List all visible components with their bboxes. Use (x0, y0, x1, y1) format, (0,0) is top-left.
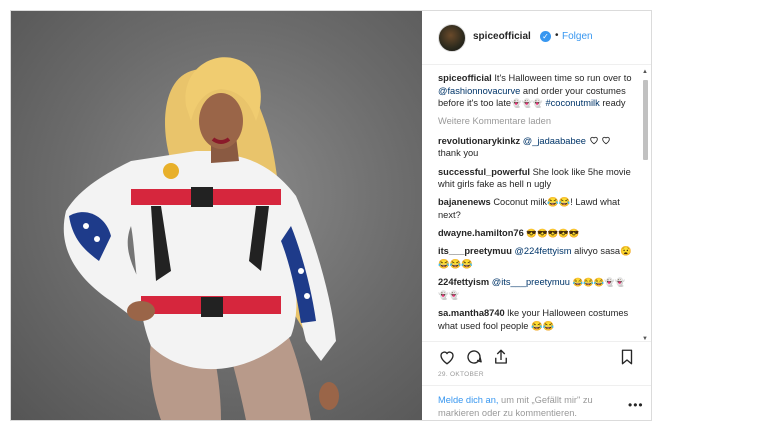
post-header: spiceofficial ✓ • Folgen (422, 11, 651, 65)
login-footer: Melde dich an, um mit „Gefällt mir" zu m… (422, 385, 651, 420)
action-bar (422, 341, 651, 369)
post-details-panel: spiceofficial ✓ • Folgen spiceofficial I… (422, 11, 651, 420)
comment-username[interactable]: revolutionarykinkz (438, 136, 520, 146)
comment: successful_powerful She look like 5he mo… (438, 166, 634, 191)
comment: sa.mantha8740 lke your Halloween costume… (438, 307, 634, 332)
instagram-post: spiceofficial ✓ • Folgen spiceofficial I… (10, 10, 652, 421)
login-prompt: Melde dich an, um mit „Gefällt mir" zu m… (438, 394, 618, 419)
comment-mention[interactable]: @224fettyism (514, 246, 571, 256)
heart-icon[interactable] (589, 135, 599, 145)
post-date[interactable]: 29. OKTOBER (438, 371, 484, 378)
comment-username[interactable]: successful_powerful (438, 167, 530, 177)
comment-username[interactable]: 224fettyism (438, 277, 489, 287)
verified-badge-icon: ✓ (540, 31, 551, 42)
comment-mention[interactable]: @its___preetymuu (492, 277, 570, 287)
post-photo[interactable] (11, 11, 422, 420)
more-options-icon[interactable]: ••• (628, 398, 644, 412)
comment-username[interactable]: sa.mantha8740 (438, 308, 505, 318)
comment: its___preetymuu @224fettyism alivyo sasa… (438, 245, 634, 270)
heart-icon[interactable] (438, 348, 456, 366)
avatar[interactable] (438, 24, 466, 52)
caption-mention[interactable]: @fashionnovacurve (438, 86, 520, 96)
comment-username[interactable]: its___preetymuu (438, 246, 512, 256)
scroll-up-arrow-icon[interactable]: ▲ (642, 69, 648, 75)
comment: 224fettyism @its___preetymuu 😂😂😂👻👻👻👻 (438, 276, 634, 301)
caption-text: ready (599, 98, 626, 108)
follow-button[interactable]: Folgen (562, 31, 593, 42)
comment: dwayne.hamilton76 😎😎😎😎😎 (438, 227, 634, 240)
caption-username[interactable]: spiceofficial (438, 73, 492, 83)
caption-hashtag[interactable]: #coconutmilk (545, 98, 599, 108)
woman-in-costume-image (63, 57, 339, 420)
caption-text: It's Halloween time so run over to (494, 73, 632, 83)
comments-scrollbar[interactable]: ▲ ▼ (641, 69, 649, 342)
comments-section[interactable]: spiceofficial It's Halloween time so run… (422, 66, 651, 343)
separator-dot: • (555, 30, 559, 41)
comment-text: thank you (438, 148, 479, 159)
scrollbar-thumb[interactable] (643, 80, 648, 160)
comment-username[interactable]: dwayne.hamilton76 (438, 228, 524, 238)
comment-mention[interactable]: @_jadaababee (523, 136, 586, 146)
login-link[interactable]: Melde dich an, (438, 395, 498, 405)
author-username[interactable]: spiceofficial (473, 31, 531, 42)
caption: spiceofficial It's Halloween time so run… (438, 72, 634, 110)
comment: revolutionarykinkz @_jadaababee thank yo… (438, 135, 634, 160)
share-icon[interactable] (492, 348, 510, 366)
load-more-comments-button[interactable]: Weitere Kommentare laden (438, 115, 634, 128)
comment-icon[interactable] (465, 348, 483, 366)
bookmark-icon[interactable] (618, 348, 636, 366)
heart-icon[interactable] (601, 135, 611, 145)
comment: bajanenews Coconut milk😂😂! Lawd what nex… (438, 196, 634, 221)
comment-text: 😎😎😎😎😎 (526, 228, 580, 239)
caption-emoji: 👻👻👻 (511, 98, 543, 108)
comment-username[interactable]: bajanenews (438, 197, 491, 207)
